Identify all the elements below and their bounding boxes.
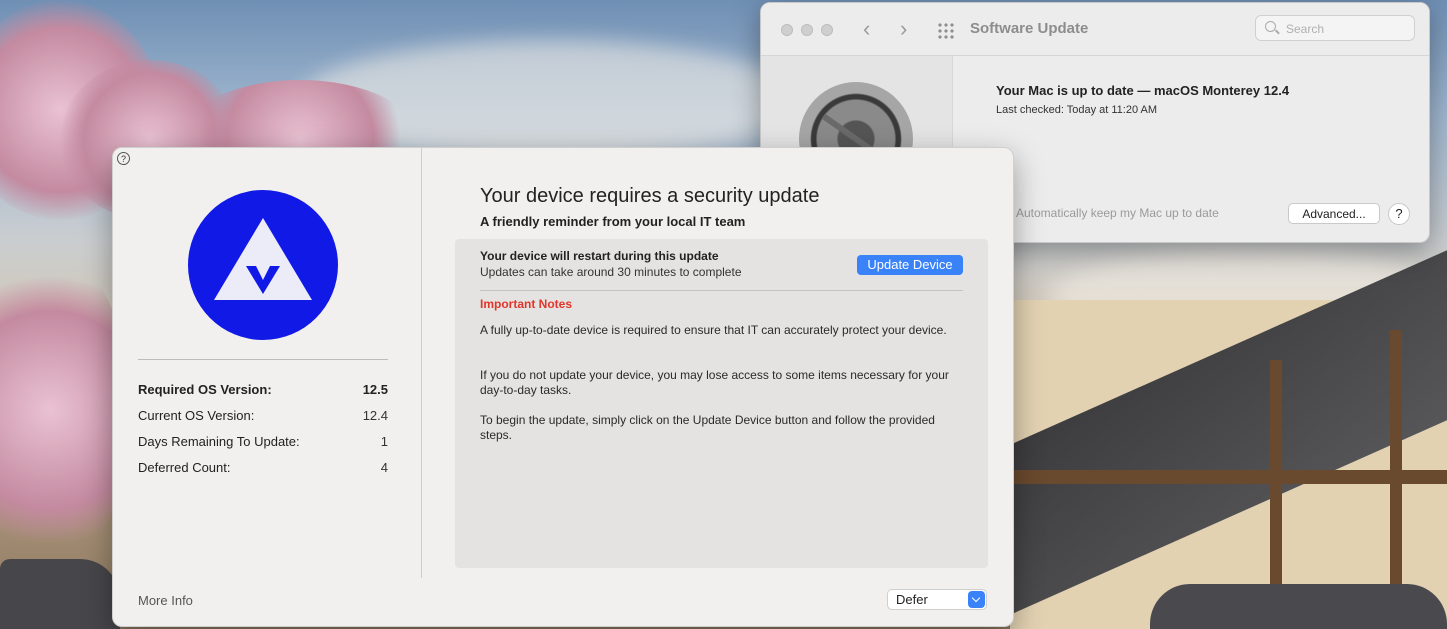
headline: Your device requires a security update bbox=[480, 185, 820, 207]
search-placeholder: Search bbox=[1286, 22, 1325, 36]
advanced-button[interactable]: Advanced... bbox=[1288, 203, 1380, 224]
wallpaper-roof-tiles bbox=[0, 559, 120, 629]
note-paragraph: To begin the update, simply click on the… bbox=[480, 413, 935, 442]
wallpaper-roof-tiles bbox=[1150, 584, 1447, 629]
close-window-button[interactable] bbox=[781, 24, 793, 36]
nudge-dialog: ? Required OS Version: 12.5 Current OS V… bbox=[112, 147, 1014, 627]
update-status-title: Your Mac is up to date — macOS Monterey … bbox=[996, 83, 1290, 98]
window-title: Software Update bbox=[970, 20, 1089, 37]
zoom-window-button[interactable] bbox=[821, 24, 833, 36]
divider bbox=[138, 359, 388, 360]
show-all-grid-icon[interactable] bbox=[937, 22, 955, 40]
current-os-value: 12.4 bbox=[362, 408, 388, 423]
company-logo bbox=[188, 190, 338, 340]
forward-arrow-icon[interactable]: › bbox=[900, 16, 907, 42]
defer-dropdown[interactable]: Defer bbox=[887, 589, 987, 610]
update-info-panel: Your device will restart during this upd… bbox=[455, 239, 988, 568]
note-paragraph: If you do not update your device, you ma… bbox=[480, 368, 949, 397]
restart-title: Your device will restart during this upd… bbox=[480, 249, 719, 263]
help-icon[interactable]: ? bbox=[117, 152, 130, 165]
search-field[interactable]: Search bbox=[1255, 15, 1415, 41]
defer-label: Defer bbox=[896, 592, 928, 607]
restart-subtitle: Updates can take around 30 minutes to co… bbox=[480, 265, 742, 279]
wallpaper-beam bbox=[1010, 470, 1447, 484]
back-arrow-icon[interactable]: ‹ bbox=[863, 16, 870, 42]
days-remaining-label: Days Remaining To Update: bbox=[138, 434, 300, 449]
chevron-down-icon bbox=[968, 591, 985, 608]
required-os-row: Required OS Version: 12.5 bbox=[138, 382, 388, 397]
required-os-label: Required OS Version: bbox=[138, 382, 272, 397]
deferred-count-value: 4 bbox=[380, 460, 388, 475]
current-os-row: Current OS Version: 12.4 bbox=[138, 408, 388, 423]
important-notes-title: Important Notes bbox=[480, 297, 573, 311]
deferred-count-row: Deferred Count: 4 bbox=[138, 460, 388, 475]
vertical-divider bbox=[421, 148, 422, 578]
subheadline: A friendly reminder from your local IT t… bbox=[480, 214, 746, 229]
days-remaining-value: 1 bbox=[380, 434, 388, 449]
logo-triangle-icon bbox=[214, 218, 312, 300]
required-os-value: 12.5 bbox=[362, 382, 388, 397]
current-os-label: Current OS Version: bbox=[138, 408, 255, 423]
deferred-count-label: Deferred Count: bbox=[138, 460, 231, 475]
window-titlebar: ‹ › Software Update Search bbox=[761, 3, 1429, 56]
auto-update-checkbox-label[interactable]: Automatically keep my Mac up to date bbox=[1016, 206, 1219, 220]
update-device-button[interactable]: Update Device bbox=[857, 255, 963, 275]
more-info-button[interactable]: More Info bbox=[138, 593, 193, 608]
wallpaper-blossom bbox=[0, 250, 130, 570]
note-paragraph: A fully up-to-date device is required to… bbox=[480, 323, 947, 337]
minimize-window-button[interactable] bbox=[801, 24, 813, 36]
search-icon bbox=[1265, 21, 1276, 32]
last-checked-text: Last checked: Today at 11:20 AM bbox=[996, 104, 1158, 116]
days-remaining-row: Days Remaining To Update: 1 bbox=[138, 434, 388, 449]
panel-divider bbox=[480, 290, 963, 291]
help-button[interactable]: ? bbox=[1388, 203, 1410, 225]
